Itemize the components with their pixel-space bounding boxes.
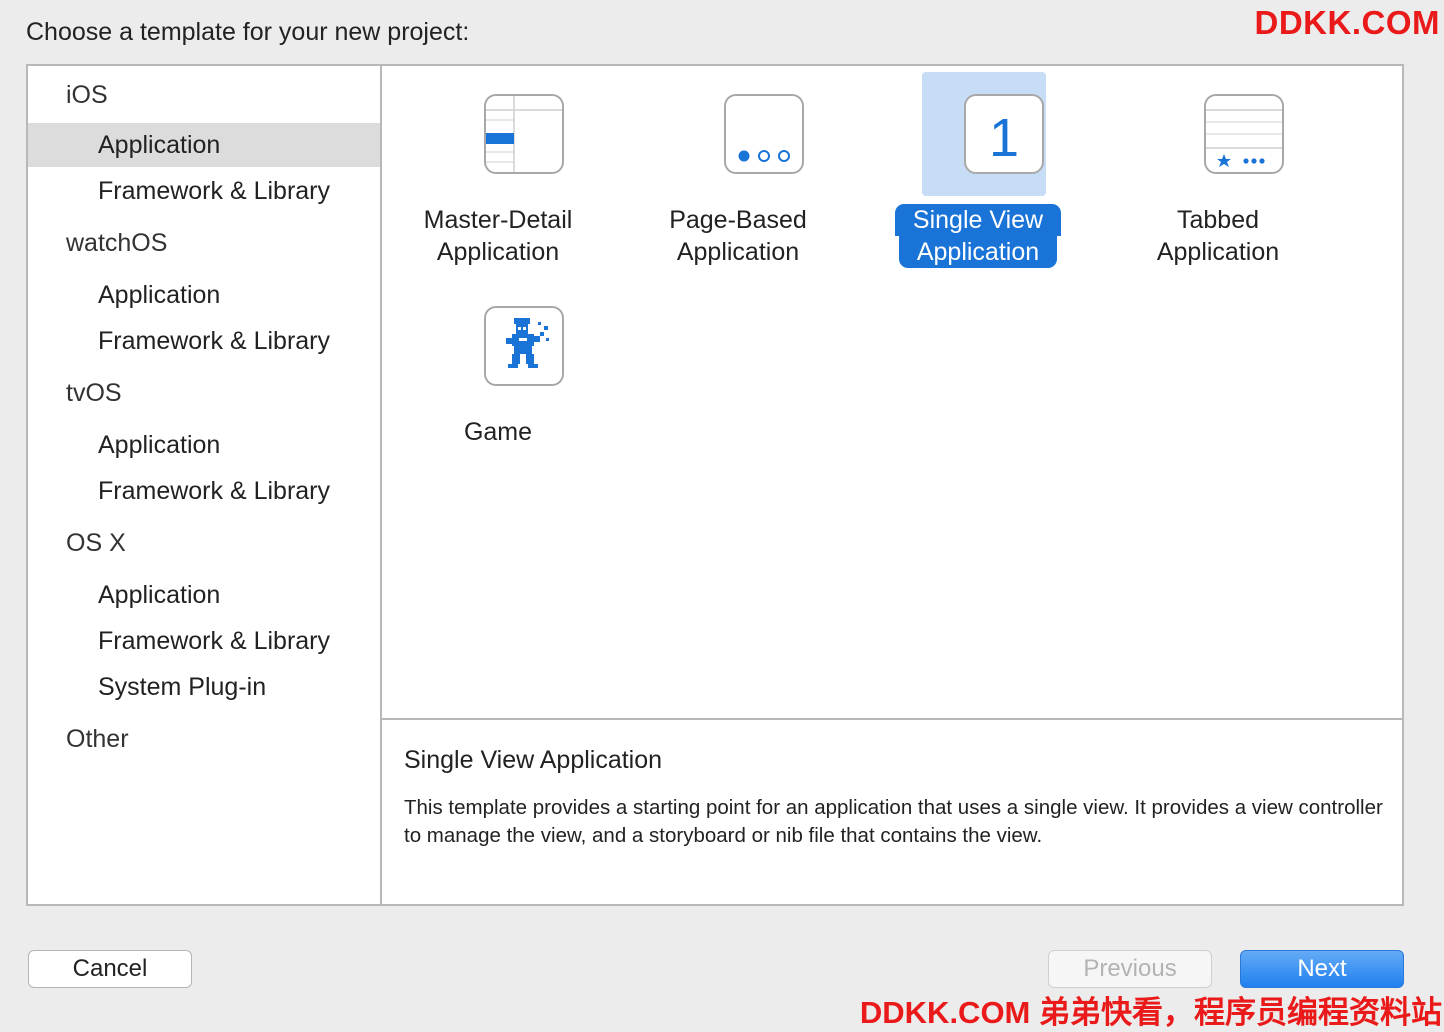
sidebar-item-watchos-framework-library[interactable]: Framework & Library xyxy=(28,319,380,363)
description-text: This template provides a starting point … xyxy=(404,796,1383,847)
template-game[interactable]: Game xyxy=(382,278,614,458)
platform-sidebar: iOS Application Framework & Library watc… xyxy=(28,66,382,904)
sidebar-item-ios-application[interactable]: Application xyxy=(28,123,380,167)
tile-label-line1: Game xyxy=(463,418,533,446)
page-based-icon xyxy=(724,94,804,174)
sidebar-item-watchos-application[interactable]: Application xyxy=(28,273,380,317)
sidebar-group-watchos[interactable]: watchOS xyxy=(66,228,167,258)
sidebar-item-ios-framework-library[interactable]: Framework & Library xyxy=(28,169,380,213)
next-button[interactable]: Next xyxy=(1240,950,1404,988)
tile-label: Page-Based Application xyxy=(622,204,854,268)
sidebar-item-tvos-framework-library[interactable]: Framework & Library xyxy=(28,469,380,513)
tile-label-line2: Application xyxy=(436,238,560,266)
description-title: Single View Application xyxy=(404,746,663,774)
tile-label-line2: Application xyxy=(676,238,800,266)
sidebar-item-tvos-application[interactable]: Application xyxy=(28,423,380,467)
tile-label-line1: Single View xyxy=(894,204,1062,236)
tile-label-line1: Page-Based xyxy=(669,206,807,234)
previous-button[interactable]: Previous xyxy=(1048,950,1212,988)
template-page-based[interactable]: Page-Based Application xyxy=(622,66,854,276)
tile-label-selected: Single View Application xyxy=(862,204,1094,268)
watermark-top: DDKK.COM xyxy=(1254,4,1440,41)
single-view-icon-text: 1 xyxy=(989,108,1019,168)
tile-icon-frame xyxy=(442,284,566,408)
game-icon xyxy=(484,306,564,386)
tile-label-line2: Application xyxy=(898,236,1058,268)
tabbed-icon xyxy=(1204,94,1284,174)
sidebar-item-osx-system-plugin[interactable]: System Plug-in xyxy=(28,665,380,709)
tile-label: Master-Detail Application xyxy=(382,204,614,268)
tile-label-line2: Application xyxy=(1156,238,1280,266)
master-detail-icon xyxy=(484,94,564,174)
dialog-heading: Choose a template for your new project: xyxy=(26,18,470,46)
template-single-view[interactable]: 1 Single View Application xyxy=(862,66,1094,276)
tile-icon-frame-selected: 1 xyxy=(922,72,1046,196)
sidebar-group-other[interactable]: Other xyxy=(66,724,129,754)
template-chooser-panel: iOS Application Framework & Library watc… xyxy=(26,64,1404,906)
sidebar-item-osx-framework-library[interactable]: Framework & Library xyxy=(28,619,380,663)
tile-label: Game xyxy=(382,416,614,448)
tile-icon-frame xyxy=(682,72,806,196)
tile-label-line1: Master-Detail xyxy=(423,206,573,234)
tile-label: Tabbed Application xyxy=(1102,204,1334,268)
sidebar-group-ios[interactable]: iOS xyxy=(66,80,108,110)
template-description: Single View Application This template pr… xyxy=(382,718,1404,906)
template-tabbed[interactable]: Tabbed Application xyxy=(1102,66,1334,276)
template-grid: Master-Detail Application Page-Based App… xyxy=(382,66,1404,716)
tile-label-line1: Tabbed xyxy=(1176,206,1260,234)
tile-icon-frame xyxy=(442,72,566,196)
sidebar-group-tvos[interactable]: tvOS xyxy=(66,378,122,408)
sidebar-item-osx-application[interactable]: Application xyxy=(28,573,380,617)
sidebar-group-osx[interactable]: OS X xyxy=(66,528,126,558)
cancel-button[interactable]: Cancel xyxy=(28,950,192,988)
watermark-bottom: DDKK.COM 弟弟快看，程序员编程资料站 xyxy=(859,995,1442,1030)
tile-icon-frame xyxy=(1162,72,1286,196)
single-view-icon: 1 xyxy=(964,94,1044,174)
template-master-detail[interactable]: Master-Detail Application xyxy=(382,66,614,276)
